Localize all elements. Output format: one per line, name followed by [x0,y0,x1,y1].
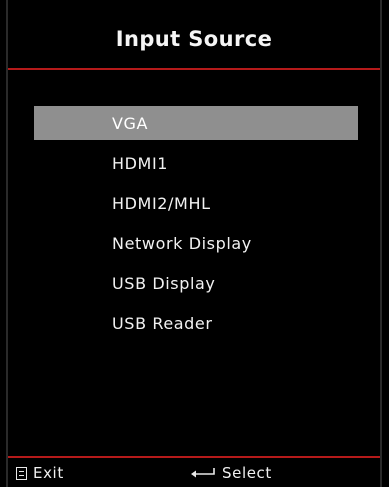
exit-hint[interactable]: Exit [16,464,64,482]
menu-item-hdmi1[interactable]: HDMI1 [34,146,358,180]
select-label: Select [222,464,272,482]
title-divider [8,68,380,70]
menu-item-hdmi2-mhl[interactable]: HDMI2/MHL [34,186,358,220]
input-source-osd: Input Source VGA HDMI1 HDMI2/MHL Network… [0,0,389,487]
input-source-menu: VGA HDMI1 HDMI2/MHL Network Display USB … [34,106,358,346]
title-bar: Input Source [8,8,380,68]
page-title: Input Source [115,27,273,51]
menu-item-network-display[interactable]: Network Display [34,226,358,260]
footer-divider [8,456,380,458]
menu-item-usb-display[interactable]: USB Display [34,266,358,300]
exit-label: Exit [33,464,64,482]
menu-icon [16,466,27,480]
select-hint[interactable]: Select [190,464,272,482]
menu-item-usb-reader[interactable]: USB Reader [34,306,358,340]
enter-icon [190,467,216,479]
menu-item-vga[interactable]: VGA [34,106,358,140]
footer-hints: Exit Select [8,460,380,487]
